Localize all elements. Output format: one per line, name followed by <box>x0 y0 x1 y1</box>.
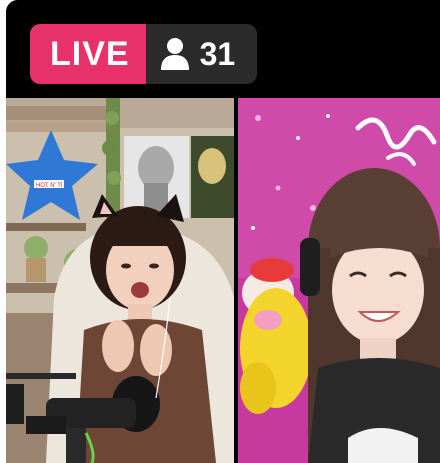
stream-video-right[interactable] <box>238 98 440 463</box>
stream-video-left[interactable]: HOT N' TI <box>6 98 234 463</box>
live-stream-window: LIVE 31 HOT N' TI <box>6 0 440 463</box>
left-video-scene: HOT N' TI <box>6 98 234 463</box>
live-badge: LIVE <box>30 24 146 84</box>
viewer-count-number: 31 <box>199 35 236 72</box>
stream-top-bar: LIVE 31 <box>6 0 440 98</box>
poster-text: HOT N' TI <box>36 183 63 189</box>
right-video-scene <box>238 98 440 463</box>
live-status-pill[interactable]: LIVE 31 <box>30 24 258 84</box>
person-icon <box>160 37 190 71</box>
viewer-count[interactable]: 31 <box>145 24 258 84</box>
